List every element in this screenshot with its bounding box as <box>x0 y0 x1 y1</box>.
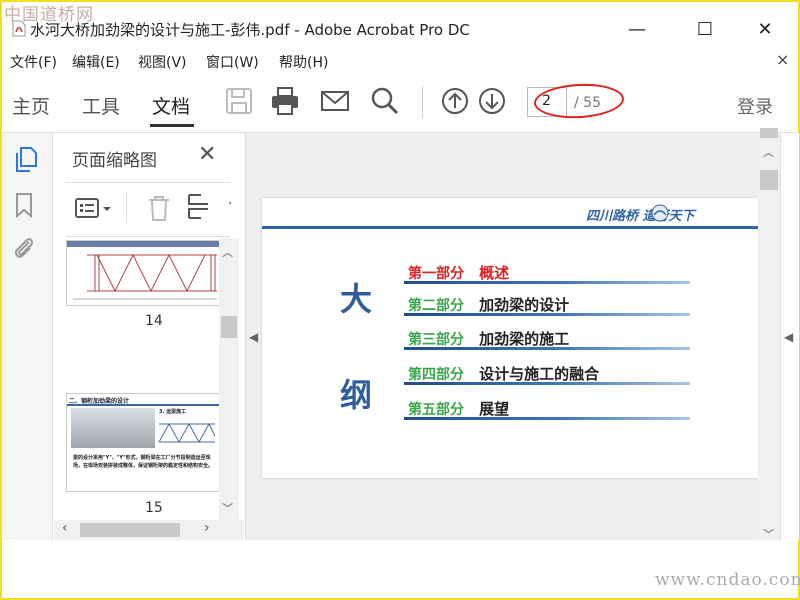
pdf-file-icon <box>12 20 26 37</box>
slide-header-rule <box>262 226 758 229</box>
watermark-bottom: www.cndao.com <box>655 570 800 590</box>
section-number: 第三部分 <box>408 332 464 348</box>
section-title: 加劲梁的设计 <box>479 296 570 314</box>
logo-emblem-icon <box>651 204 669 222</box>
minimize-button[interactable]: — <box>614 14 660 44</box>
more-tools-indicator: · <box>228 196 233 212</box>
toolbar-separator <box>422 86 423 118</box>
thumbnail-scroll-thumb[interactable] <box>221 316 237 338</box>
print-icon[interactable] <box>270 86 300 116</box>
menu-file[interactable]: 文件(F) <box>10 52 57 72</box>
next-page-icon[interactable] <box>477 86 507 116</box>
split-handle[interactable] <box>760 128 778 138</box>
email-icon[interactable] <box>320 86 350 116</box>
login-button[interactable]: 登录 <box>737 93 773 119</box>
section-title: 展望 <box>479 400 510 418</box>
thumbnail-15-rule <box>67 404 219 406</box>
truss-diagram-thumbnail <box>158 422 216 444</box>
expand-right-panel-icon[interactable]: ◀ <box>784 330 793 344</box>
factory-photo-thumbnail <box>71 408 155 448</box>
panel-divider <box>66 182 230 183</box>
outline-section-3: 第三部分 加劲梁的施工 <box>408 328 569 349</box>
thumbnail-page-number: 14 <box>145 313 163 329</box>
pdf-page: 四川路桥 道行天下 大 纲 第一部分 概述 第二部分 加劲梁的设计 第三部分 加… <box>262 198 758 478</box>
section-underline <box>404 281 690 284</box>
active-tab-indicator <box>150 124 194 127</box>
scroll-right-arrow-icon[interactable]: › <box>204 520 210 536</box>
section-title: 概述 <box>479 264 510 282</box>
save-icon[interactable] <box>224 86 254 116</box>
delete-page-icon[interactable] <box>146 194 172 222</box>
menu-close-doc-button[interactable]: × <box>776 50 789 69</box>
thumbnail-options-icon[interactable] <box>74 196 114 222</box>
toolbar <box>2 74 798 133</box>
menu-window[interactable]: 窗口(W) <box>206 52 259 72</box>
outline-char-2: 纲 <box>340 376 373 414</box>
previous-page-icon[interactable] <box>440 86 470 116</box>
menu-edit[interactable]: 编辑(E) <box>72 52 120 72</box>
slide-logo: 四川路桥 道行天下 <box>586 209 695 224</box>
outline-section-1: 第一部分 概述 <box>408 262 509 283</box>
attachment-icon[interactable] <box>12 234 36 262</box>
section-title: 设计与施工的融合 <box>479 365 600 383</box>
thumbnail-vertical-scrollbar[interactable] <box>219 238 239 520</box>
tab-home[interactable]: 主页 <box>12 92 50 119</box>
tab-document[interactable]: 文档 <box>152 92 190 119</box>
page-thumbnails-icon[interactable] <box>12 146 38 174</box>
rotate-page-icon[interactable] <box>186 192 214 222</box>
scroll-left-arrow-icon[interactable]: ‹ <box>62 520 68 536</box>
doc-scroll-up-arrow-icon[interactable]: ︿ <box>763 144 774 160</box>
doc-scroll-thumb[interactable] <box>760 170 778 190</box>
close-panel-button[interactable]: ✕ <box>198 142 216 167</box>
panel-toolbar-separator <box>126 192 127 222</box>
section-number: 第五部分 <box>408 402 464 418</box>
thumbnail-15-caption: 3. 运梁施工 <box>159 409 187 415</box>
window-title: 水河大桥加劲梁的设计与施工-彭伟.pdf - Adobe Acrobat Pro… <box>30 21 470 39</box>
section-title: 加劲梁的施工 <box>479 330 570 348</box>
truss-drawing-thumbnail <box>67 241 219 300</box>
search-icon[interactable] <box>370 86 400 116</box>
section-number: 第四部分 <box>408 367 464 383</box>
section-underline <box>404 313 690 316</box>
scroll-down-arrow-icon[interactable]: ﹀ <box>222 500 233 516</box>
close-window-button[interactable]: ✕ <box>742 14 788 44</box>
thumbnail-horizontal-scroll-thumb[interactable] <box>80 523 180 537</box>
section-underline <box>404 417 690 420</box>
menu-view[interactable]: 视图(V) <box>138 52 187 72</box>
thumbnail-panel-title: 页面缩略图 <box>72 151 157 171</box>
tab-tools[interactable]: 工具 <box>82 92 120 119</box>
document-vertical-scrollbar[interactable] <box>758 133 780 540</box>
outline-section-5: 第五部分 展望 <box>408 398 509 419</box>
section-underline <box>404 347 690 350</box>
page-thumbnail-15[interactable]: 二、钢桁加劲梁的设计 3. 运梁施工 梁的设计采用"Y"、"Y"形式，钢桁梁在工… <box>66 393 220 492</box>
outline-char-1: 大 <box>340 280 373 318</box>
maximize-button[interactable]: ☐ <box>682 14 728 44</box>
collapse-left-panel-icon[interactable]: ◀ <box>249 330 258 344</box>
thumbnail-15-body: 梁的设计采用"Y"、"Y"形式，钢桁梁在工厂分节段制造运至现场，在现场安装拼装成… <box>73 455 213 469</box>
section-underline <box>404 382 690 385</box>
section-number: 第一部分 <box>408 266 464 282</box>
scroll-up-arrow-icon[interactable]: ︿ <box>222 244 233 260</box>
thumbnail-page-number: 15 <box>145 500 163 516</box>
page-thumbnail-14[interactable] <box>66 240 220 306</box>
panel-divider-2 <box>66 236 230 237</box>
outline-section-4: 第四部分 设计与施工的融合 <box>408 363 599 384</box>
outline-section-2: 第二部分 加劲梁的设计 <box>408 294 569 315</box>
menu-help[interactable]: 帮助(H) <box>279 52 328 72</box>
section-number: 第二部分 <box>408 298 464 314</box>
bookmark-icon[interactable] <box>14 192 34 218</box>
